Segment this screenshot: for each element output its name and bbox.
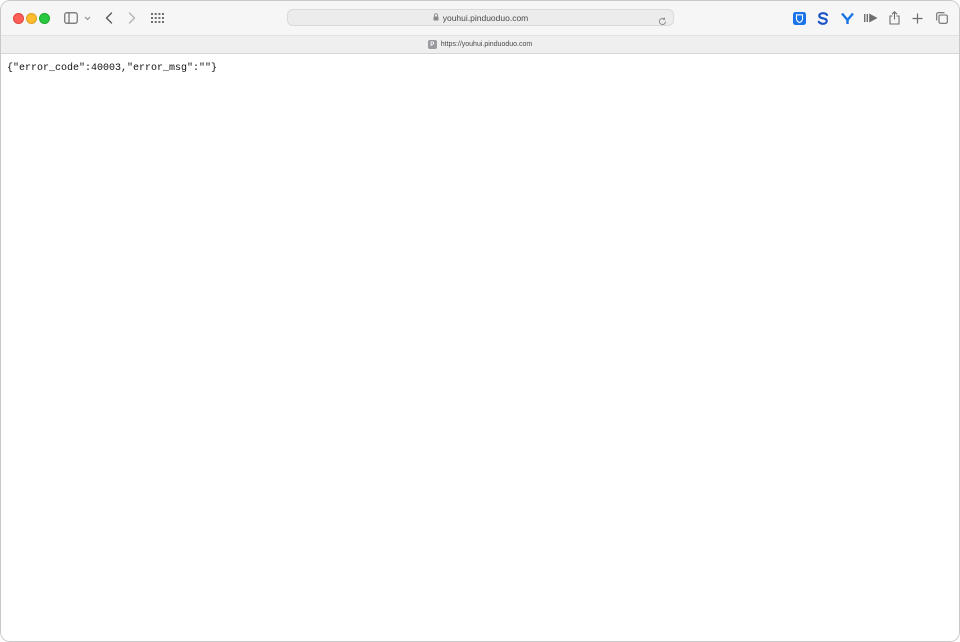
browser-window: youhui.pinduoduo.com P https://youhui.pi… xyxy=(0,0,960,642)
chevron-down-icon xyxy=(84,16,91,21)
json-response-text: {"error_code":40003,"error_msg":""} xyxy=(7,63,218,74)
plus-icon xyxy=(912,13,923,24)
address-bar[interactable]: youhui.pinduoduo.com xyxy=(287,9,674,26)
back-icon xyxy=(105,12,113,24)
y-extension-icon xyxy=(841,12,854,25)
zoom-window-button[interactable] xyxy=(39,13,50,24)
sidebar-menu-button[interactable] xyxy=(84,10,91,26)
sidebar-icon xyxy=(64,12,78,24)
new-tab-button[interactable] xyxy=(912,10,923,26)
reload-icon xyxy=(658,13,667,30)
page-content: {"error_code":40003,"error_msg":""} xyxy=(1,54,959,641)
favicon: P xyxy=(427,40,437,49)
bitwarden-extension-button[interactable] xyxy=(793,10,806,26)
tab-label: https://youhui.pinduoduo.com xyxy=(440,41,533,48)
reload-button[interactable] xyxy=(658,13,667,31)
start-page-button[interactable] xyxy=(151,10,164,26)
close-window-button[interactable] xyxy=(13,13,24,24)
tab-active[interactable]: P https://youhui.pinduoduo.com xyxy=(1,36,959,53)
tabs-overview-icon xyxy=(936,12,948,24)
reader-button[interactable] xyxy=(864,10,878,26)
forward-button[interactable] xyxy=(128,10,136,26)
s-extension-button[interactable] xyxy=(817,10,829,26)
share-icon xyxy=(889,11,900,25)
lock-icon xyxy=(433,12,439,23)
sidebar-toggle-button[interactable] xyxy=(64,10,78,26)
y-extension-button[interactable] xyxy=(841,10,854,26)
minimize-window-button[interactable] xyxy=(26,13,37,24)
back-button[interactable] xyxy=(105,10,113,26)
tab-overview-button[interactable] xyxy=(936,10,948,26)
address-bar-content: youhui.pinduoduo.com xyxy=(288,10,673,25)
browser-toolbar: youhui.pinduoduo.com xyxy=(1,1,959,35)
grid-icon xyxy=(151,13,164,23)
s-extension-icon xyxy=(817,11,829,25)
share-button[interactable] xyxy=(889,10,900,26)
bitwarden-icon xyxy=(793,11,806,25)
forward-icon xyxy=(128,12,136,24)
tab-bar: P https://youhui.pinduoduo.com xyxy=(1,35,959,54)
reader-icon xyxy=(864,13,878,23)
address-url: youhui.pinduoduo.com xyxy=(442,12,529,23)
